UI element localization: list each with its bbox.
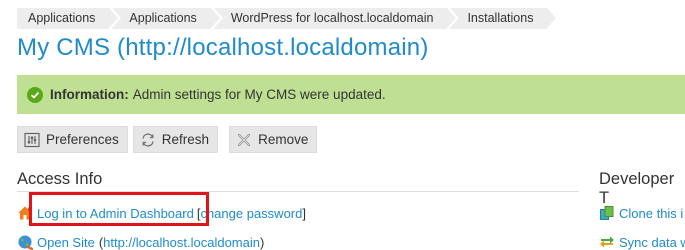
open-site-link[interactable]: Open Site <box>37 235 95 250</box>
preferences-button[interactable]: Preferences <box>17 126 128 153</box>
sync-row: Sync data w <box>599 234 685 250</box>
remove-x-icon <box>236 132 252 148</box>
remove-button[interactable]: Remove <box>229 126 318 153</box>
developer-tools-title: Developer T <box>599 170 675 207</box>
sync-link[interactable]: Sync data w <box>619 235 685 250</box>
toolbar: Preferences Refresh Remove <box>17 126 322 153</box>
breadcrumb-item-applications-2[interactable]: Applications <box>112 8 224 29</box>
refresh-button[interactable]: Refresh <box>132 126 219 153</box>
refresh-icon <box>140 132 156 148</box>
page-title: My CMS (http://localhost.localdomain) <box>17 34 429 61</box>
breadcrumb: Applications Applications WordPress for … <box>17 8 560 29</box>
breadcrumb-item-installations[interactable]: Installations <box>450 8 560 29</box>
clone-icon <box>599 205 615 221</box>
check-circle-icon <box>27 86 43 103</box>
highlight-annotation <box>29 192 209 226</box>
breadcrumb-item-wordpress[interactable]: WordPress for localhost.localdomain <box>213 8 460 29</box>
open-site-paren-close: ) <box>259 234 265 250</box>
change-password-link[interactable]: change password <box>200 206 302 221</box>
sync-icon <box>599 234 615 250</box>
bracket-close: ] <box>302 205 306 221</box>
info-message-text: Admin settings for My CMS were updated. <box>132 87 386 102</box>
preferences-button-label: Preferences <box>46 132 119 147</box>
clone-link[interactable]: Clone this i <box>619 206 683 221</box>
access-info-title: Access Info <box>17 170 103 188</box>
open-site-url[interactable]: http://localhost.localdomain <box>103 235 260 250</box>
sliders-icon <box>24 132 40 148</box>
breadcrumb-item-applications[interactable]: Applications <box>17 8 122 29</box>
globe-icon <box>17 234 33 250</box>
refresh-button-label: Refresh <box>161 132 210 147</box>
info-message: Information: Admin settings for My CMS w… <box>17 75 685 114</box>
info-message-label: Information: <box>50 87 129 102</box>
open-site-row: Open Site ( http://localhost.localdomain… <box>17 234 264 250</box>
remove-button-label: Remove <box>258 132 309 147</box>
clone-row: Clone this i <box>599 205 683 221</box>
